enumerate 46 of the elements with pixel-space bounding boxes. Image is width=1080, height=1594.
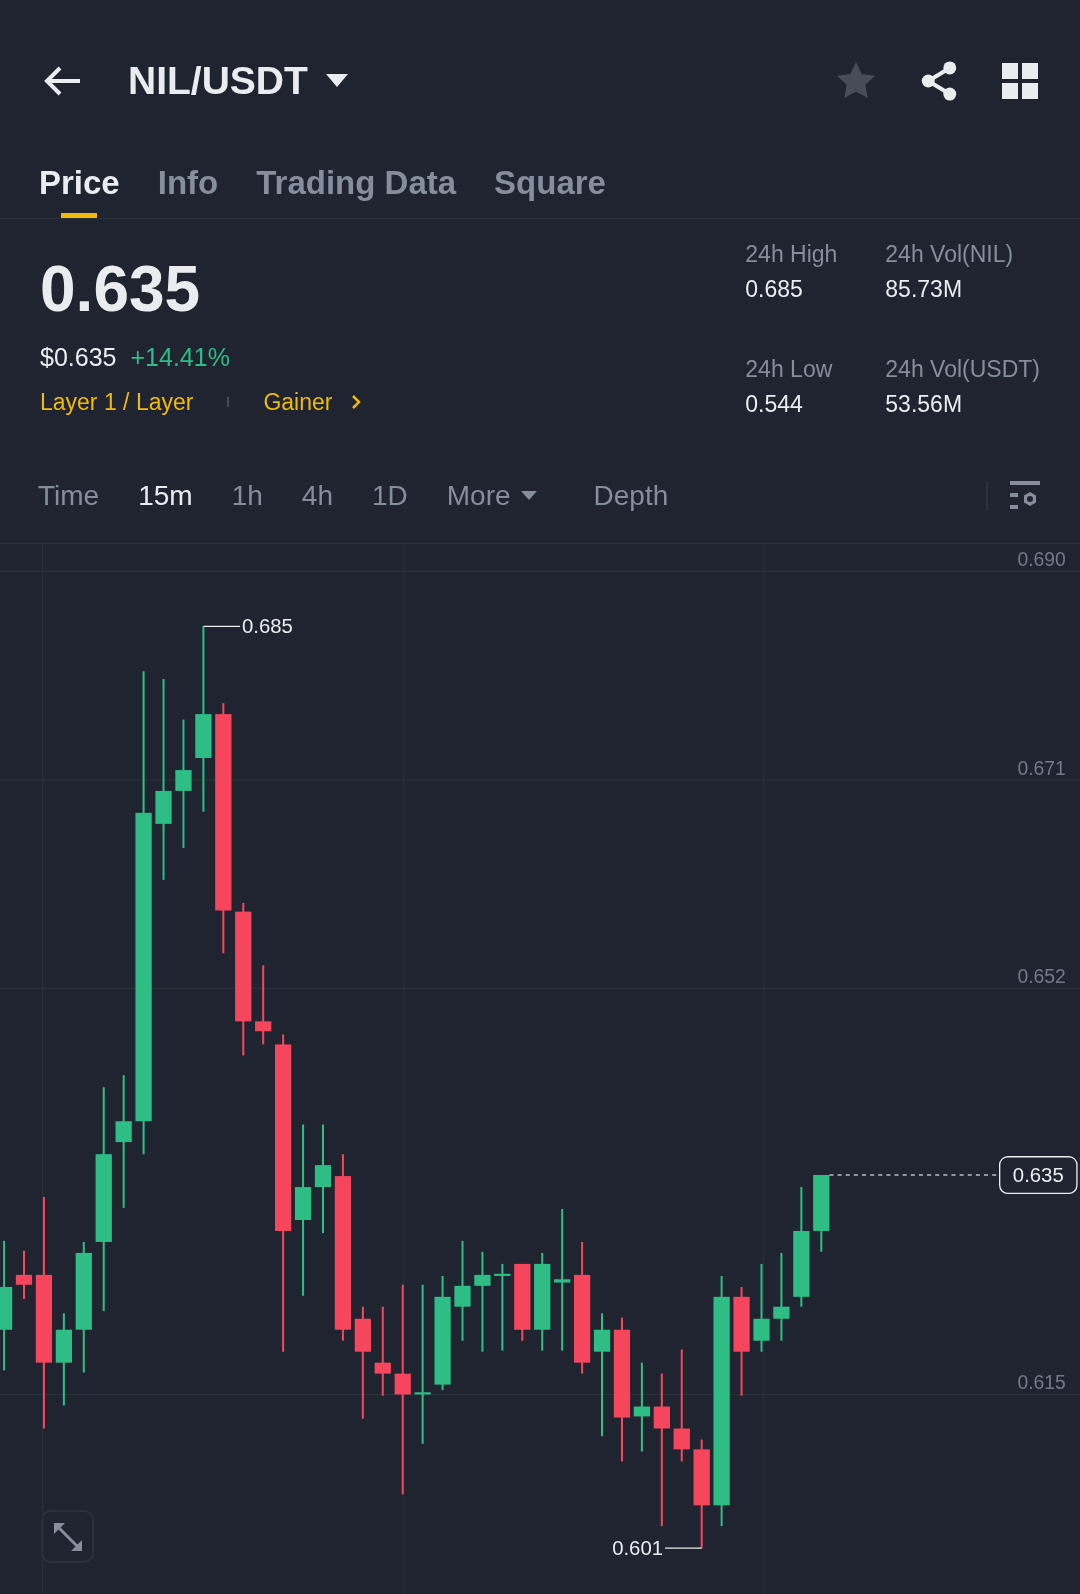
- price-change: +14.41%: [130, 342, 230, 373]
- interval-tab[interactable]: 15m: [138, 475, 193, 517]
- tab[interactable]: Info: [157, 158, 219, 218]
- caret-icon: [520, 491, 537, 501]
- price-label: 0.601: [612, 1537, 664, 1560]
- leader-line: [664, 1547, 703, 1549]
- tab-indicator: [61, 213, 98, 218]
- chevron-icon[interactable]: [350, 393, 363, 410]
- tab[interactable]: Trading Data: [256, 158, 457, 218]
- stat-label: 24h Vol(NIL): [885, 240, 1015, 269]
- last-price: 0.635: [40, 253, 202, 325]
- expand-button[interactable]: [41, 1510, 94, 1563]
- axis-label: 0.615: [1017, 1372, 1066, 1394]
- tag-link[interactable]: Gainer: [263, 384, 333, 419]
- stat-value: 53.56M: [885, 389, 964, 419]
- back-arrow-icon[interactable]: [42, 65, 82, 97]
- tag-link[interactable]: Layer 1 / Layer: [40, 384, 194, 419]
- axis-label: 0.671: [1017, 757, 1066, 779]
- tab[interactable]: Price: [39, 158, 120, 218]
- price-label: 0.685: [242, 615, 293, 638]
- grid-icon[interactable]: [1002, 63, 1038, 99]
- stat-value: 85.73M: [885, 274, 964, 304]
- star-icon[interactable]: [836, 62, 876, 100]
- interval-tab[interactable]: 1D: [371, 475, 408, 517]
- stat-label: 24h Low: [745, 355, 834, 384]
- interval-tab[interactable]: 4h: [301, 475, 333, 517]
- interval-tab[interactable]: Depth: [593, 475, 669, 517]
- leader-line: [202, 625, 241, 627]
- interval-tab[interactable]: 1h: [231, 475, 263, 517]
- stat-label: 24h High: [745, 240, 839, 269]
- stat-value: 0.544: [745, 389, 804, 419]
- pair-title[interactable]: NIL/USDT: [128, 51, 348, 111]
- chart-settings-icon[interactable]: [1008, 480, 1042, 512]
- stat-value: 0.685: [745, 274, 804, 304]
- axis-label: 0.652: [1017, 966, 1066, 988]
- interval-tab[interactable]: Time: [38, 475, 100, 517]
- interval-tab[interactable]: More: [446, 475, 537, 517]
- tab[interactable]: Square: [494, 158, 606, 218]
- expand-icon: [51, 1520, 84, 1553]
- axis-label: 0.690: [1017, 549, 1066, 571]
- stat-label: 24h Vol(USDT): [885, 355, 1040, 384]
- fiat-price: $0.635: [40, 342, 117, 373]
- candlestick: [15, 1250, 33, 1299]
- last-price-tag: 0.635: [999, 1156, 1078, 1194]
- share-icon[interactable]: [920, 61, 958, 101]
- caret-icon: [325, 74, 348, 88]
